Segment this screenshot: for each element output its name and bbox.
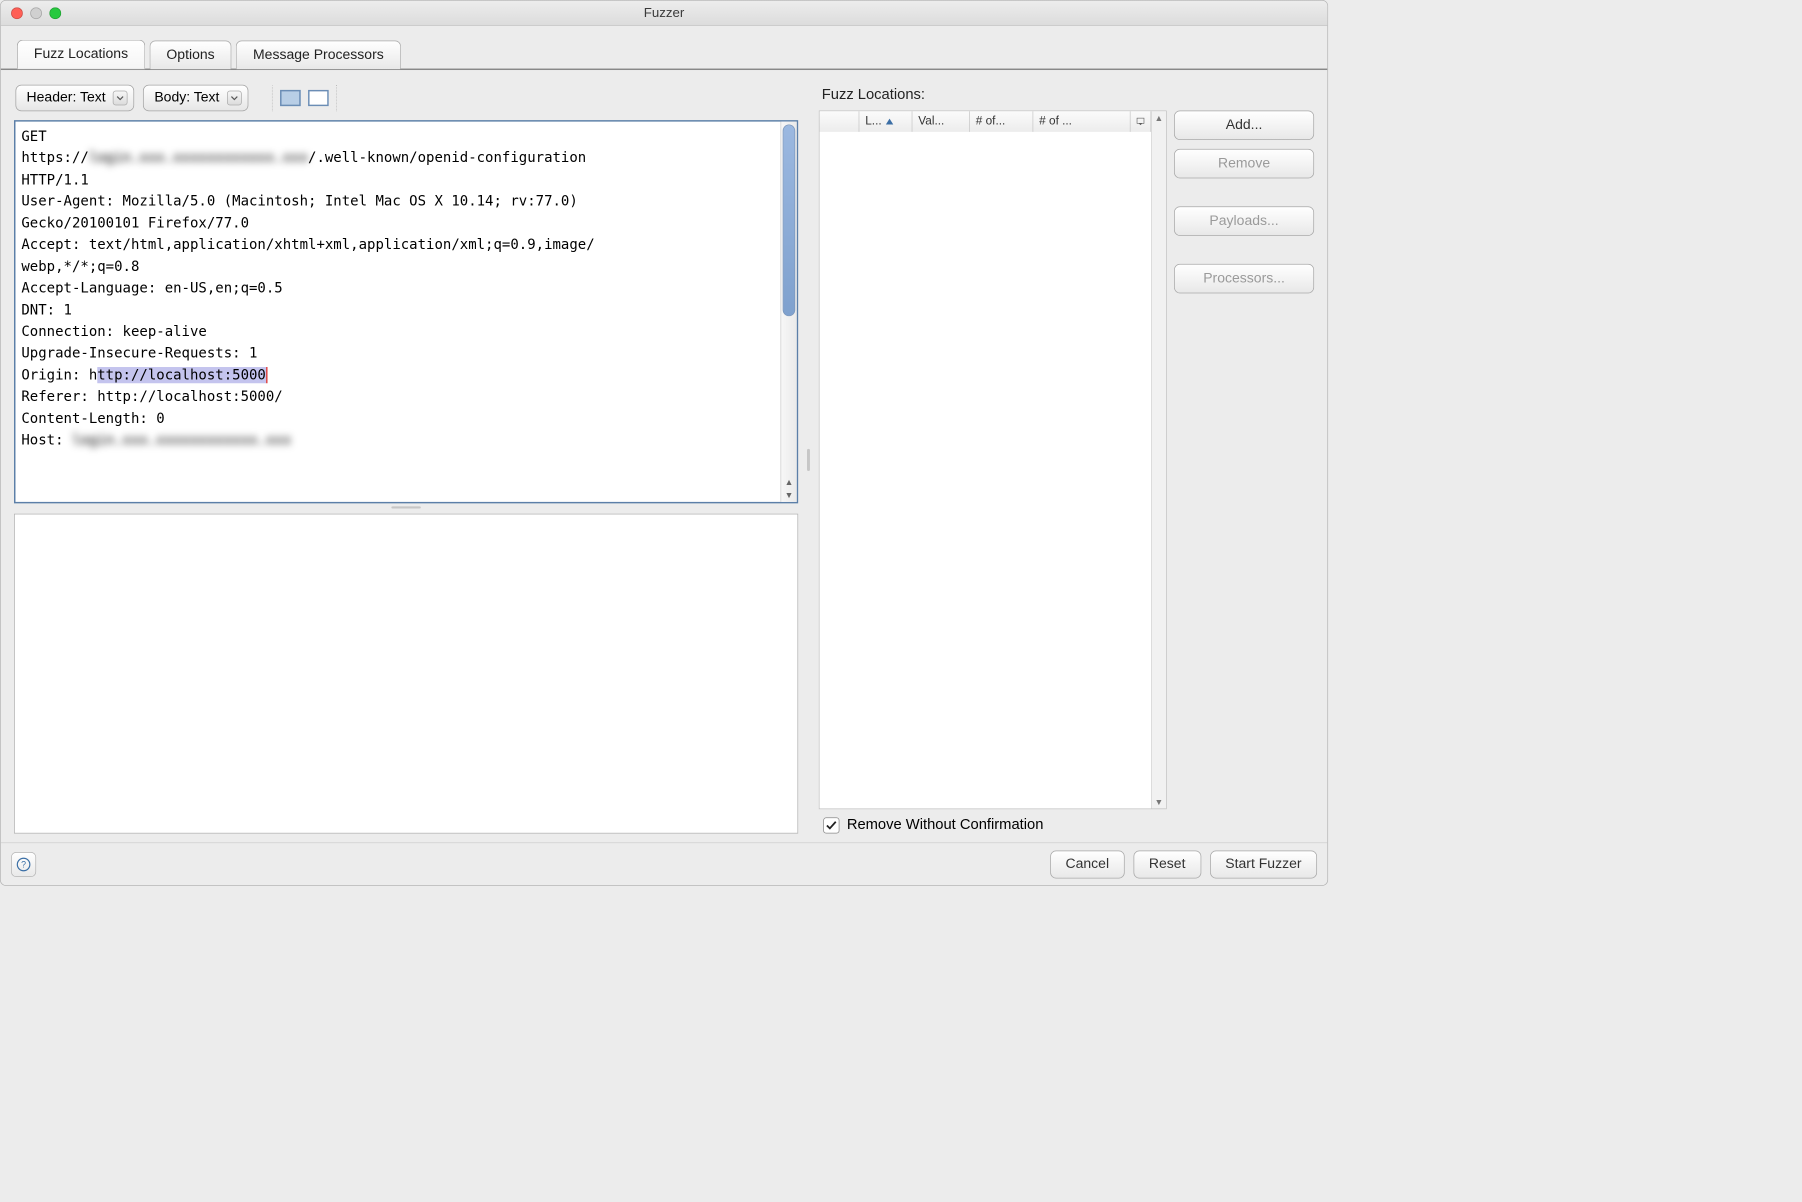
fuzz-locations-table: L... Val... # of... # of ...	[819, 111, 1167, 810]
header-view-select[interactable]: Header: Text	[15, 85, 134, 112]
help-icon: ?	[16, 857, 31, 872]
chevron-down-icon	[113, 91, 128, 106]
col-value[interactable]: Val...	[912, 111, 969, 132]
col-menu[interactable]	[1131, 111, 1152, 132]
column-picker-icon	[1136, 116, 1144, 126]
start-fuzzer-button[interactable]: Start Fuzzer	[1210, 850, 1317, 878]
editor-toolbar: Header: Text Body: Text	[11, 80, 801, 120]
processors-button[interactable]: Processors...	[1174, 264, 1314, 293]
fuzzer-window: Fuzzer Fuzz Locations Options Message Pr…	[0, 0, 1328, 886]
tab-fuzz-locations[interactable]: Fuzz Locations	[17, 40, 145, 69]
view-mode-split-button[interactable]	[308, 90, 329, 106]
remove-button[interactable]: Remove	[1174, 149, 1314, 178]
view-mode-combined-button[interactable]	[280, 90, 301, 106]
help-button[interactable]: ?	[11, 852, 36, 877]
scroll-down-icon[interactable]: ▼	[781, 489, 796, 502]
tab-message-processors[interactable]: Message Processors	[236, 41, 401, 70]
checkbox-label: Remove Without Confirmation	[847, 817, 1044, 834]
reset-button[interactable]: Reset	[1133, 850, 1201, 878]
scroll-up-icon[interactable]: ▲	[1152, 113, 1166, 123]
request-editor[interactable]: GET https://login.xxx.xxxxxxxxxxxx.xxx/.…	[14, 120, 798, 503]
table-header: L... Val... # of... # of ...	[820, 111, 1152, 132]
tab-options[interactable]: Options	[149, 41, 231, 70]
chevron-down-icon	[227, 91, 242, 106]
add-button[interactable]: Add...	[1174, 111, 1314, 140]
col-num2[interactable]: # of ...	[1033, 111, 1130, 132]
main-tabs: Fuzz Locations Options Message Processor…	[1, 26, 1328, 70]
remove-without-confirmation[interactable]: Remove Without Confirmation	[823, 817, 1314, 834]
col-blank[interactable]	[820, 111, 860, 132]
cancel-button[interactable]: Cancel	[1050, 850, 1125, 878]
editor-scrollbar[interactable]: ▲ ▼	[780, 122, 796, 502]
table-body[interactable]	[820, 132, 1152, 809]
col-location[interactable]: L...	[859, 111, 912, 132]
fuzz-locations-heading: Fuzz Locations:	[822, 86, 1314, 103]
vertical-splitter[interactable]	[806, 80, 812, 839]
table-scrollbar[interactable]: ▲ ▼	[1151, 111, 1166, 808]
payloads-button[interactable]: Payloads...	[1174, 206, 1314, 235]
scroll-up-icon[interactable]: ▲	[781, 475, 796, 488]
body-view-label: Body: Text	[154, 90, 219, 106]
window-title: Fuzzer	[1, 5, 1328, 20]
left-pane: Header: Text Body: Text	[11, 80, 801, 839]
response-editor[interactable]	[14, 514, 798, 834]
body-view-select[interactable]: Body: Text	[143, 85, 248, 112]
side-buttons: Add... Remove Payloads... Processors...	[1174, 111, 1314, 810]
content-area: Header: Text Body: Text	[1, 70, 1328, 842]
request-text[interactable]: GET https://login.xxx.xxxxxxxxxxxx.xxx/.…	[15, 122, 780, 502]
scroll-thumb[interactable]	[783, 125, 796, 317]
scroll-down-icon[interactable]: ▼	[1152, 797, 1166, 807]
svg-text:?: ?	[21, 859, 26, 869]
col-num1[interactable]: # of...	[970, 111, 1033, 132]
view-mode-toggle	[272, 85, 337, 112]
header-view-label: Header: Text	[27, 90, 106, 106]
horizontal-splitter[interactable]	[11, 503, 801, 510]
titlebar[interactable]: Fuzzer	[1, 1, 1328, 26]
checkbox-checked-icon[interactable]	[823, 817, 839, 833]
right-pane: Fuzz Locations: L... Val... # of... # of…	[816, 80, 1317, 839]
footer: ? Cancel Reset Start Fuzzer	[1, 842, 1328, 885]
